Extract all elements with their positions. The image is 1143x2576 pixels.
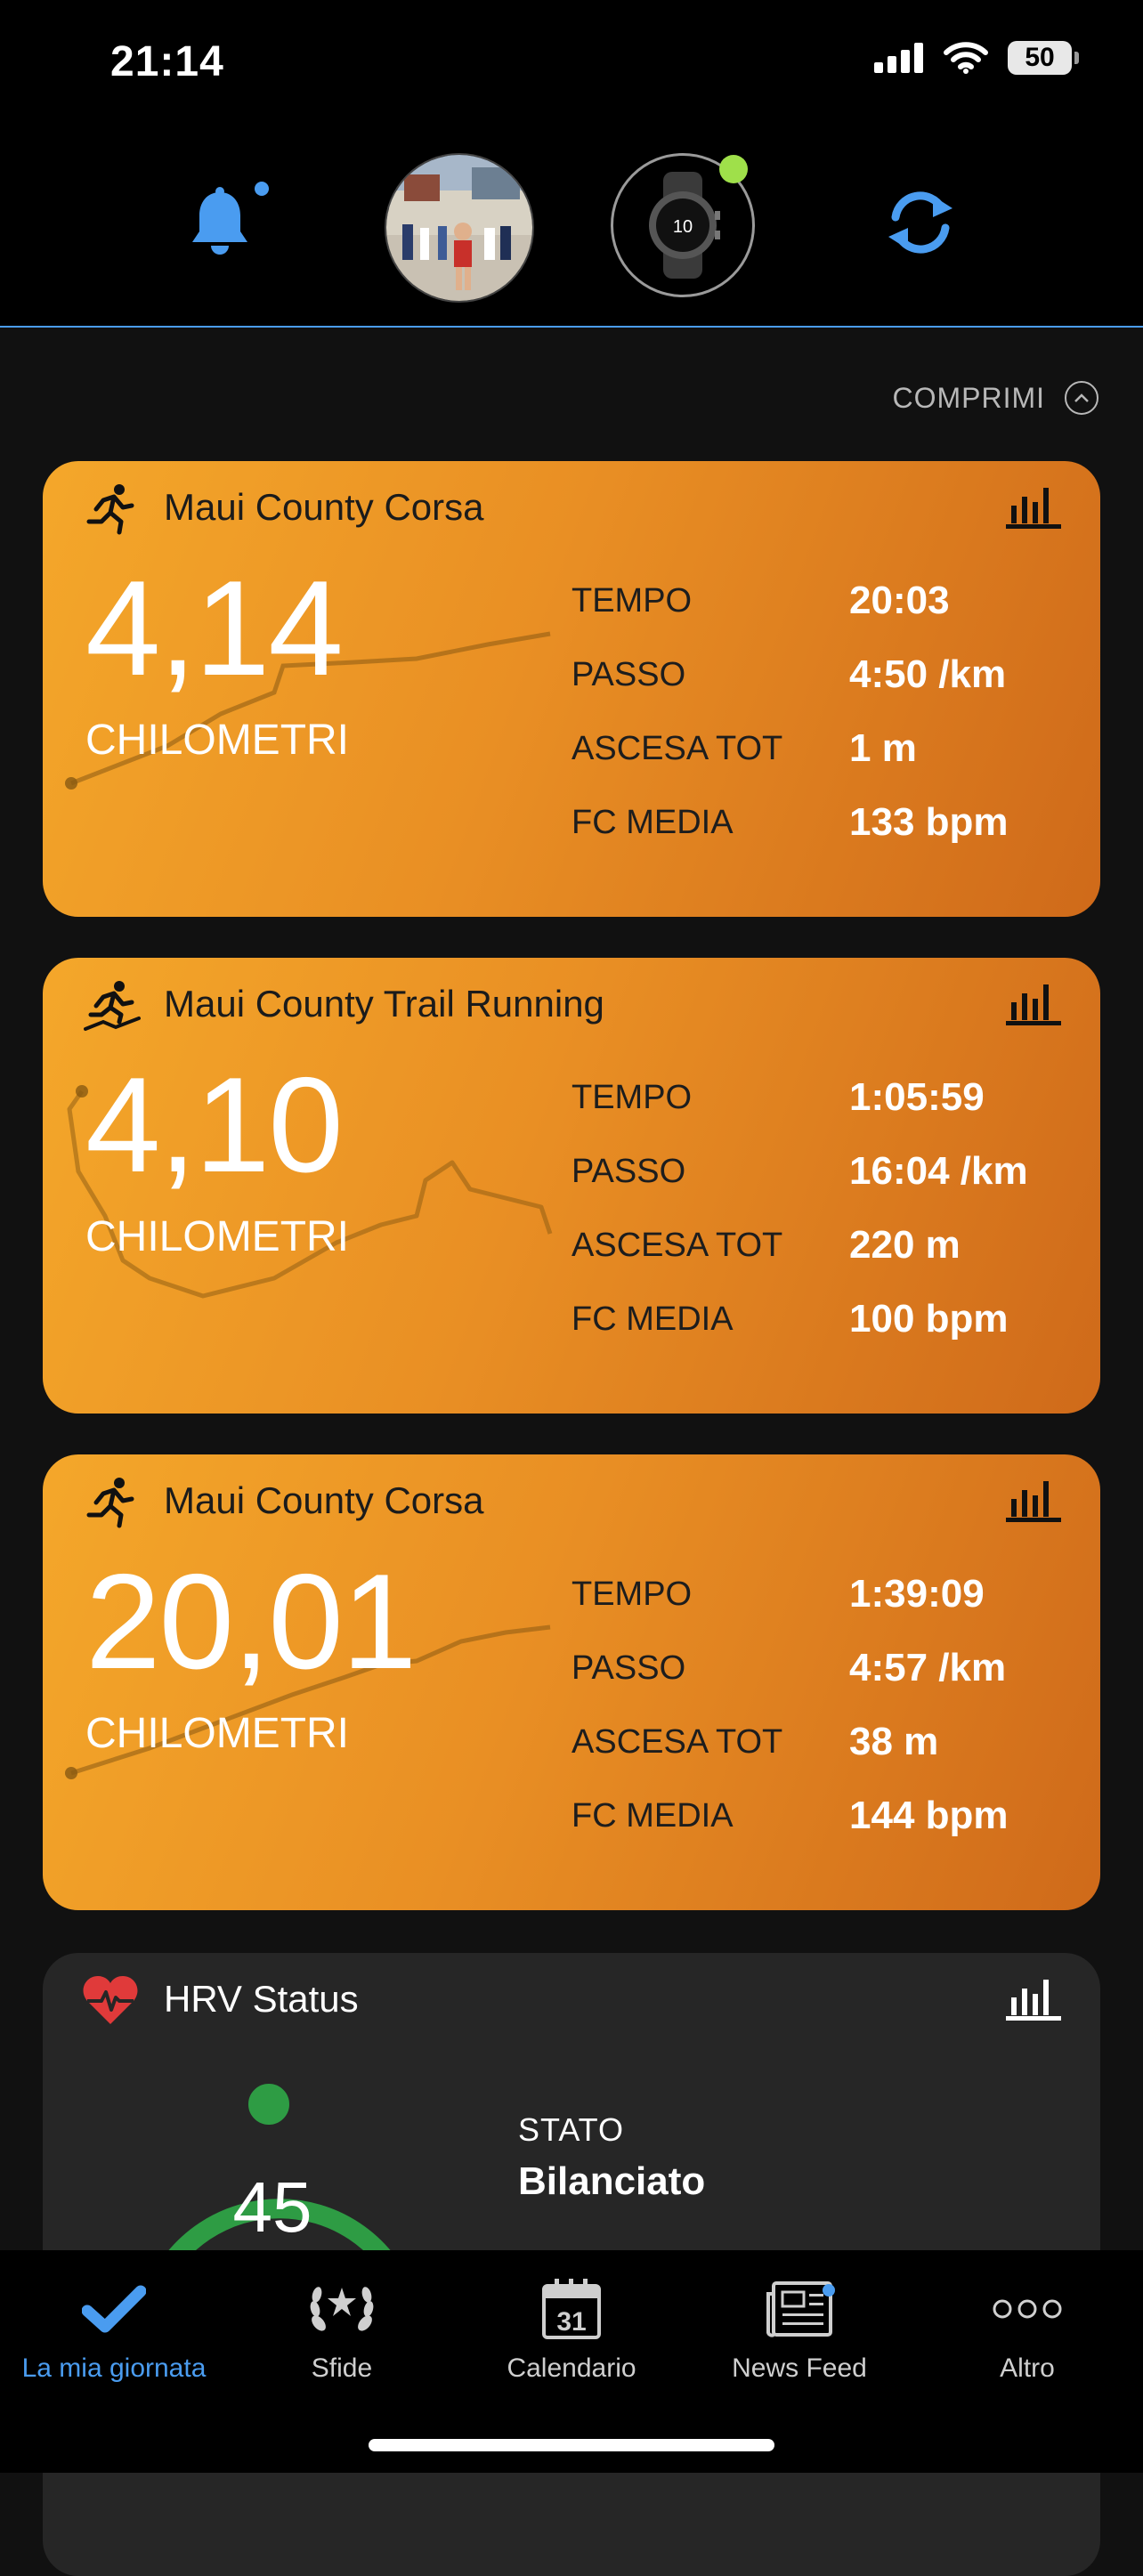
svg-text:10: 10 [673, 217, 693, 237]
hrv-status-label: STATO [518, 2111, 625, 2148]
wifi-icon [944, 42, 988, 74]
distance-value: 20,01 [85, 1546, 417, 1697]
status-bar: 21:14 50 [0, 0, 1143, 125]
tab-label: News Feed [732, 2353, 867, 2383]
stat-row: TEMPO 1:39:09 [572, 1572, 1009, 1646]
distance-unit: CHILOMETRI [85, 717, 350, 764]
stat-label: TEMPO [572, 1079, 693, 1116]
stat-label: FC MEDIA [572, 804, 734, 841]
tab-la-mia-giornata[interactable]: La mia giornata [7, 2273, 221, 2384]
avatar[interactable] [385, 153, 534, 303]
laurel-icon [310, 2287, 374, 2331]
sync-icon[interactable] [883, 187, 958, 258]
tab-altro[interactable]: Altro [920, 2273, 1134, 2384]
more-icon [993, 2299, 1062, 2319]
running-icon [86, 484, 134, 535]
notification-dot [255, 182, 269, 196]
activity-title: Maui County Trail Running [164, 983, 604, 1025]
tab-label: Altro [1000, 2353, 1055, 2383]
stat-value: 133 bpm [849, 800, 1009, 844]
stat-row: ASCESA TOT 1 m [572, 726, 1009, 800]
device-connected-dot [719, 155, 748, 183]
stat-row: TEMPO 20:03 [572, 579, 1009, 652]
gauge-marker-dot [245, 2080, 293, 2128]
calendar-day: 31 [556, 2307, 586, 2337]
activity-title: Maui County Corsa [164, 1479, 484, 1521]
stat-value: 38 m [849, 1720, 939, 1763]
bar-chart-icon[interactable] [1006, 484, 1061, 529]
stat-value: 16:04 /km [849, 1149, 1028, 1193]
bell-icon[interactable] [187, 187, 253, 258]
stat-row: ASCESA TOT 220 m [572, 1223, 1028, 1297]
news-feed-badge [823, 2284, 835, 2297]
cellular-signal-icon [874, 43, 923, 73]
running-icon [86, 1478, 134, 1528]
stat-row: FC MEDIA 133 bpm [572, 800, 1009, 874]
bar-chart-icon[interactable] [1006, 1976, 1061, 2021]
checkmark-icon [82, 2285, 146, 2333]
stat-value: 1:05:59 [849, 1075, 985, 1119]
hrv-status-value: Bilanciato [518, 2159, 706, 2203]
stat-row: PASSO 4:50 /km [572, 652, 1009, 726]
distance-unit: CHILOMETRI [85, 1213, 350, 1260]
stat-row: PASSO 16:04 /km [572, 1149, 1028, 1223]
stat-value: 100 bpm [849, 1297, 1009, 1341]
distance-value: 4,10 [85, 1049, 344, 1201]
tab-label: La mia giornata [21, 2353, 207, 2383]
tab-label: Calendario [507, 2353, 636, 2383]
stat-value: 220 m [849, 1223, 961, 1267]
stat-label: FC MEDIA [572, 1797, 734, 1835]
tab-sfide[interactable]: Sfide [235, 2273, 449, 2384]
stat-label: FC MEDIA [572, 1300, 734, 1338]
stat-label: ASCESA TOT [572, 1227, 783, 1264]
heart-rate-icon [83, 1976, 138, 2024]
activity-card[interactable]: Maui County Corsa 20,01 CHILOMETRI TEMPO… [43, 1454, 1100, 1910]
home-indicator[interactable] [369, 2439, 774, 2451]
stat-row: FC MEDIA 144 bpm [572, 1794, 1009, 1867]
tab-calendario[interactable]: 31 Calendario [465, 2273, 678, 2384]
distance-unit: CHILOMETRI [85, 1710, 350, 1757]
chevron-up-icon [1065, 381, 1098, 415]
stat-label: PASSO [572, 656, 686, 693]
stat-label: ASCESA TOT [572, 1723, 783, 1761]
stat-row: ASCESA TOT 38 m [572, 1720, 1009, 1794]
bar-chart-icon[interactable] [1006, 1478, 1061, 1522]
stat-label: PASSO [572, 1153, 686, 1190]
hrv-title: HRV Status [164, 1978, 359, 2020]
stat-label: TEMPO [572, 582, 693, 620]
stat-value: 1 m [849, 726, 917, 770]
collapse-button[interactable]: COMPRIMI [892, 381, 1098, 415]
collapse-label: COMPRIMI [892, 381, 1045, 414]
trail-running-icon [84, 981, 141, 1031]
stat-label: PASSO [572, 1649, 686, 1687]
top-bar: 10 [0, 125, 1143, 328]
hrv-value: 45 [232, 2167, 312, 2247]
stat-value: 4:50 /km [849, 652, 1007, 696]
battery-indicator: 50 [1008, 41, 1079, 75]
tab-label: Sfide [311, 2353, 373, 2383]
activity-card[interactable]: Maui County Trail Running 4,10 CHILOMETR… [43, 958, 1100, 1414]
activity-title: Maui County Corsa [164, 486, 484, 528]
stat-value: 4:57 /km [849, 1646, 1007, 1689]
tab-news-feed[interactable]: News Feed [693, 2273, 906, 2384]
stat-value: 1:39:09 [849, 1572, 985, 1616]
stat-row: PASSO 4:57 /km [572, 1646, 1009, 1720]
distance-value: 4,14 [85, 553, 344, 704]
bar-chart-icon[interactable] [1006, 981, 1061, 1025]
stat-row: FC MEDIA 100 bpm [572, 1297, 1028, 1371]
activity-stats: TEMPO 1:39:09 PASSO 4:57 /km ASCESA TOT 38 … [572, 1572, 1009, 1867]
stat-label: TEMPO [572, 1576, 693, 1613]
activity-card[interactable]: Maui County Corsa 4,14 CHILOMETRI TEMPO 2… [43, 461, 1100, 917]
stat-row: TEMPO 1:05:59 [572, 1075, 1028, 1149]
activity-stats: TEMPO 1:05:59 PASSO 16:04 /km ASCESA TOT 22… [572, 1075, 1028, 1371]
clock: 21:14 [110, 38, 224, 85]
activity-stats: TEMPO 20:03 PASSO 4:50 /km ASCESA TOT 1 m F… [572, 579, 1009, 874]
stat-value: 144 bpm [849, 1794, 1009, 1837]
calendar-icon: 31 [542, 2279, 601, 2339]
stat-label: ASCESA TOT [572, 730, 783, 767]
stat-value: 20:03 [849, 579, 950, 622]
